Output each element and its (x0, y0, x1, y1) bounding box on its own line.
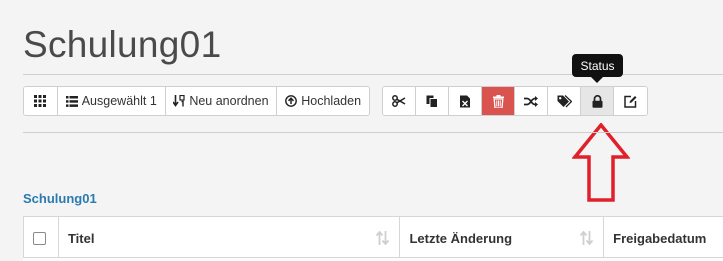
tags-icon (557, 94, 572, 107)
annotation-arrow-icon (572, 123, 630, 202)
edit-button[interactable] (614, 87, 647, 115)
toolbar-right (382, 86, 648, 116)
list-icon (65, 95, 78, 107)
column-last-modified[interactable]: Letzte Änderung (400, 217, 605, 260)
selected-label: Ausgewählt 1 (81, 94, 157, 108)
reorder-label: Neu anordnen (189, 94, 269, 108)
upload-circle-icon (285, 95, 298, 107)
sort-icon (376, 231, 390, 245)
select-all-checkbox[interactable] (33, 232, 46, 245)
status-tooltip-arrow (591, 77, 603, 83)
remove-bookmark-button[interactable] (449, 87, 482, 115)
cut-button[interactable] (383, 87, 416, 115)
selected-button[interactable]: Ausgewählt 1 (57, 87, 166, 115)
table-header: Titel Letzte Änderung Freigabedatum (23, 216, 723, 261)
upload-label: Hochladen (301, 94, 362, 108)
grid-view-button[interactable] (24, 87, 58, 115)
trash-icon (492, 94, 504, 108)
column-title[interactable]: Titel (59, 217, 401, 260)
sort-numeric-icon (173, 95, 185, 107)
copy-icon (426, 95, 438, 108)
column-title-label: Titel (67, 231, 95, 246)
shuffle-icon (524, 95, 538, 107)
column-release-date[interactable]: Freigabedatum (604, 217, 723, 260)
sort-icon (580, 231, 594, 245)
column-release-date-label: Freigabedatum (613, 231, 707, 246)
column-last-modified-label: Letzte Änderung (409, 231, 513, 246)
grid-icon (34, 95, 47, 107)
edit-icon (624, 95, 637, 108)
toolbar-divider (23, 132, 723, 133)
bookmark-remove-icon (460, 95, 470, 107)
tags-button[interactable] (548, 87, 581, 115)
status-tooltip-text: Status (580, 58, 615, 73)
table-row (23, 257, 723, 261)
copy-button[interactable] (416, 87, 449, 115)
upload-button[interactable]: Hochladen (277, 87, 369, 115)
lock-icon (592, 94, 602, 108)
toolbar-left: Ausgewählt 1 Neu anordnen Hochladen (23, 86, 370, 116)
delete-button[interactable] (482, 87, 515, 115)
select-all-cell (24, 217, 59, 260)
breadcrumb-link[interactable]: Schulung01 (23, 191, 97, 206)
reorder-button[interactable]: Neu anordnen (165, 87, 278, 115)
scissors-icon (392, 95, 406, 107)
page-title: Schulung01 (23, 24, 222, 65)
status-tooltip: Status (572, 54, 623, 77)
status-button[interactable] (581, 87, 614, 115)
shuffle-button[interactable] (515, 87, 548, 115)
